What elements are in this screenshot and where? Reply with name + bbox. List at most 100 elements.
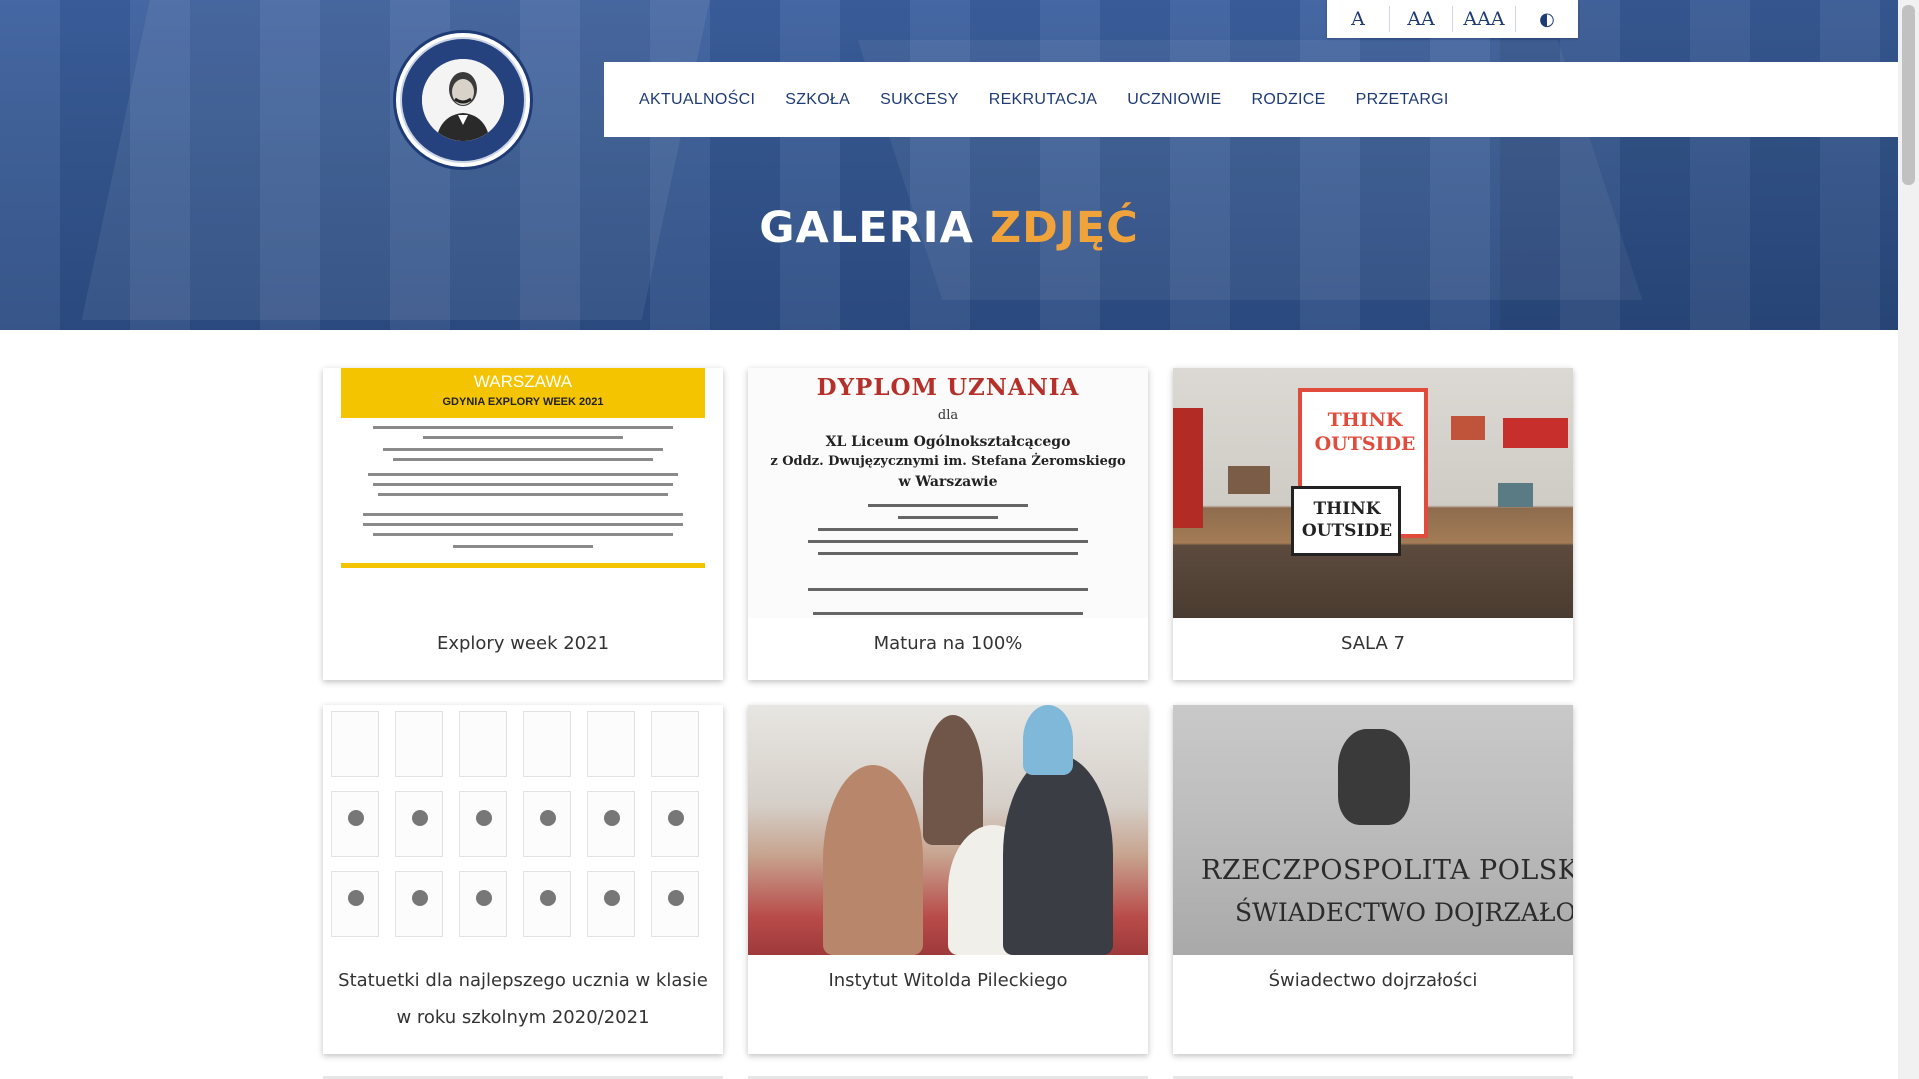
page-title: GALERIA ZDJĘĆ (0, 203, 1898, 253)
poster-event: GDYNIA EXPLORY WEEK 2021 (442, 396, 604, 408)
statuette-certificate (651, 711, 699, 777)
wall-picture (1498, 483, 1533, 507)
accessibility-bar: A AA AAA ◐ (1327, 0, 1578, 38)
gallery-card-title[interactable]: Instytut Witolda Pileckiego (748, 955, 1148, 1009)
diploma-text-line (813, 612, 1083, 615)
statuette-certificate (651, 791, 699, 857)
logo-ring (400, 37, 526, 163)
gallery-thumbnail (323, 705, 723, 955)
statuette-certificate (651, 871, 699, 937)
statuette-certificate (523, 871, 571, 937)
vertical-scrollbar[interactable] (1898, 0, 1919, 1079)
room-sign-text: THINK OUTSIDE (1314, 409, 1416, 455)
poster-text-line (423, 436, 623, 439)
gallery-thumbnail: RZECZPOSPOLITA POLSKA ŚWIADECTWO DOJRZAŁ… (1173, 705, 1573, 955)
gallery-card-title[interactable]: Matura na 100% (748, 618, 1148, 672)
statuette-certificate (331, 871, 379, 937)
gallery-thumbnail: WARSZAWA GDYNIA EXPLORY WEEK 2021 (323, 368, 723, 618)
room-sign-text: THINK OUTSIDE (1301, 499, 1393, 541)
poster-text-line (383, 448, 663, 451)
gallery-card[interactable]: Instytut Witolda Pileckiego (748, 705, 1148, 1054)
nav-item-sukcesy[interactable]: SUKCESY (880, 91, 959, 109)
student-figure (923, 715, 983, 845)
poster-city: WARSZAWA (473, 372, 573, 391)
gallery-card-title[interactable]: Świadectwo dojrzałości (1173, 955, 1573, 1009)
contrast-toggle-icon[interactable]: ◐ (1516, 6, 1578, 32)
scrollbar-thumb[interactable] (1902, 5, 1915, 185)
nav-item-przetargi[interactable]: PRZETARGI (1356, 91, 1449, 109)
poster-text-line (363, 513, 683, 516)
poster-text-line (453, 545, 593, 548)
diploma-line: z Oddz. Dwujęzycznymi im. Stefana Żeroms… (770, 454, 1126, 469)
student-figure (1023, 705, 1073, 775)
gallery-card[interactable]: Statuetki dla najlepszego ucznia w klasi… (323, 705, 723, 1054)
statuette-portrait-icon (604, 810, 620, 826)
poster-band-line (341, 563, 705, 568)
nav-item-rodzice[interactable]: RODZICE (1251, 91, 1325, 109)
poster-text-line (363, 523, 683, 526)
page-title-main: GALERIA (759, 203, 974, 253)
statuette-certificate (395, 791, 443, 857)
diploma-text-line (818, 528, 1078, 531)
hero-background-shape (1500, 0, 1898, 330)
wall-picture (1228, 466, 1270, 494)
gallery-card[interactable]: THINK OUTSIDE THINK OUTSIDE SALA 7 (1173, 368, 1573, 680)
hero-background-shape (81, 0, 719, 320)
page-title-accent: ZDJĘĆ (989, 203, 1139, 253)
nav-item-uczniowie[interactable]: UCZNIOWIE (1127, 91, 1221, 109)
hero-banner: A AA AAA ◐ AKTUALNOŚCI SZKOŁA SUKCESY RE… (0, 0, 1898, 330)
gallery-card[interactable]: WARSZAWA GDYNIA EXPLORY WEEK 2021 Explor… (323, 368, 723, 680)
diploma-line: dla (937, 408, 959, 423)
gallery-thumbnail (748, 705, 1148, 955)
nav-item-rekrutacja[interactable]: REKRUTACJA (989, 91, 1098, 109)
statuette-portrait-icon (540, 810, 556, 826)
poster-text-line (378, 493, 668, 496)
statuette-portrait-icon (476, 810, 492, 826)
statuette-portrait-icon (540, 890, 556, 906)
poster-text-line (393, 458, 653, 461)
gallery-thumbnail: THINK OUTSIDE THINK OUTSIDE (1173, 368, 1573, 618)
diploma-text-line (818, 552, 1078, 555)
gallery-card[interactable]: RZECZPOSPOLITA POLSKA ŚWIADECTWO DOJRZAŁ… (1173, 705, 1573, 1054)
student-figure (823, 765, 923, 955)
gallery-card-title[interactable]: Statuetki dla najlepszego ucznia w klasi… (323, 955, 723, 1046)
statuette-certificate (459, 791, 507, 857)
statuette-portrait-icon (412, 890, 428, 906)
statuette-certificate (587, 791, 635, 857)
gallery-card[interactable]: DYPLOM UZNANIA dla XL Liceum Ogólnokszta… (748, 368, 1148, 680)
eagle-emblem-icon (1338, 729, 1410, 825)
statuette-portrait-icon (348, 810, 364, 826)
statuette-portrait-icon (476, 890, 492, 906)
poster-text-line (373, 483, 673, 486)
font-size-normal-button[interactable]: A (1327, 6, 1390, 32)
portrait-icon (422, 59, 504, 141)
statuette-certificate (459, 711, 507, 777)
statuette-portrait-icon (348, 890, 364, 906)
main-navigation: AKTUALNOŚCI SZKOŁA SUKCESY REKRUTACJA UC… (604, 62, 1898, 137)
diploma-line: w Warszawie (898, 474, 998, 490)
wall-picture (1451, 416, 1485, 440)
nav-item-aktualnosci[interactable]: AKTUALNOŚCI (639, 91, 755, 109)
gallery-card-title[interactable]: Explory week 2021 (323, 618, 723, 672)
statuette-certificate (331, 711, 379, 777)
font-size-large-button[interactable]: AA (1390, 6, 1453, 32)
statuette-certificate (523, 791, 571, 857)
font-size-xlarge-button[interactable]: AAA (1453, 6, 1516, 32)
statuette-certificate (395, 711, 443, 777)
statuette-portrait-icon (604, 890, 620, 906)
statuette-certificate (523, 711, 571, 777)
statuette-portrait-icon (668, 810, 684, 826)
nav-item-szkola[interactable]: SZKOŁA (785, 91, 850, 109)
diploma-line: XL Liceum Ogólnokształcącego (825, 434, 1071, 450)
statuette-certificate (395, 871, 443, 937)
diploma-text-line (808, 540, 1088, 543)
diploma-heading: DYPLOM UZNANIA (816, 374, 1080, 401)
diploma-text-line (868, 504, 1028, 507)
statuette-portrait-icon (412, 810, 428, 826)
poster-text-line (368, 473, 678, 476)
school-logo[interactable] (393, 30, 533, 170)
bus-picture (1503, 418, 1568, 448)
gallery-card-title[interactable]: SALA 7 (1173, 618, 1573, 672)
diploma-text-line (898, 516, 998, 519)
certificate-title: ŚWIADECTWO DOJRZAŁOŚCI (1235, 898, 1573, 927)
